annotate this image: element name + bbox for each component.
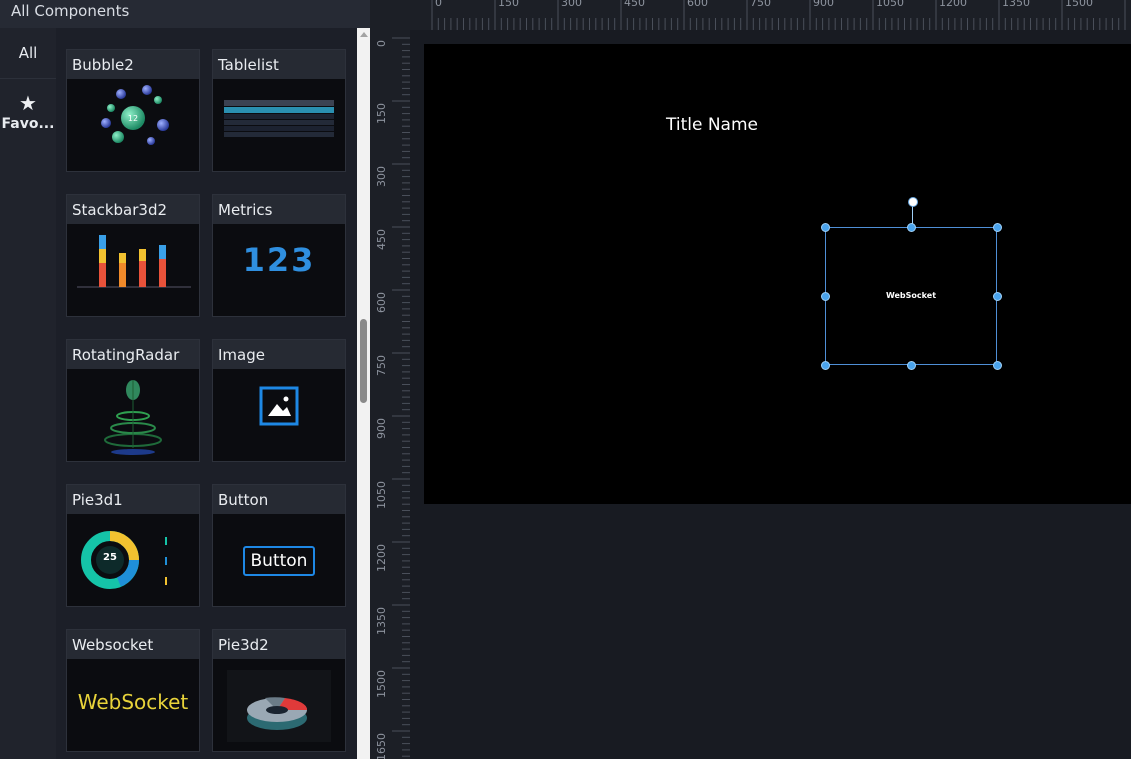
ruler-top-label: 1200: [939, 0, 967, 9]
star-icon: ★: [19, 91, 37, 115]
resize-handle-top[interactable]: [907, 223, 916, 232]
component-card-tablelist[interactable]: Tablelist: [212, 49, 346, 172]
ruler-left-label: 0: [375, 40, 388, 47]
metrics-thumbnail: 123: [213, 225, 345, 316]
category-sidebar: All ★ Favo...: [0, 28, 56, 759]
ruler-corner: [370, 0, 411, 30]
component-card-websocket[interactable]: Websocket WebSocket: [66, 629, 200, 752]
component-title: Bubble2: [67, 50, 199, 79]
image-thumbnail: [213, 370, 345, 461]
radar-thumbnail: [67, 370, 199, 461]
pie3d2-thumbnail: [213, 660, 345, 751]
category-favorites-label: Favo...: [1, 116, 55, 132]
component-card-bubble2[interactable]: Bubble2 12: [66, 49, 200, 172]
ruler-left-label: 600: [375, 292, 388, 313]
ruler-top-label: 150: [498, 0, 519, 9]
component-title: Image: [213, 340, 345, 369]
stackbar-thumbnail: [67, 225, 199, 316]
category-favorites[interactable]: ★ Favo...: [0, 92, 56, 142]
component-card-rotatingradar[interactable]: RotatingRadar: [66, 339, 200, 462]
ruler-left-label: 750: [375, 355, 388, 376]
scroll-thumb[interactable]: [360, 319, 367, 403]
ruler-top-label: 900: [813, 0, 834, 9]
selected-websocket-component[interactable]: WebSocket: [821, 197, 1002, 370]
ruler-left-label: 1200: [375, 544, 388, 572]
ruler-top-label: 450: [624, 0, 645, 9]
component-grid: Bubble2 12 Tablelist Stackbar3d2 Metrics…: [56, 28, 357, 759]
ruler-left-label: 900: [375, 418, 388, 439]
ruler-left-label: 1650: [375, 733, 388, 759]
panel-header: All Components: [0, 0, 370, 28]
ruler-left: 0 150 300 450 600 750 900 1050 1200 1350 1500 1650: [370, 30, 410, 759]
resize-handle-bottom-right[interactable]: [993, 361, 1002, 370]
component-title: Tablelist: [213, 50, 345, 79]
resize-handle-left[interactable]: [821, 292, 830, 301]
component-card-metrics[interactable]: Metrics 123: [212, 194, 346, 317]
pie3d1-thumbnail: 25: [67, 515, 199, 606]
bubble-thumbnail: 12: [67, 80, 199, 171]
websocket-thumb-text: WebSocket: [77, 690, 189, 714]
component-card-image[interactable]: Image: [212, 339, 346, 462]
ruler-top-label: 0: [435, 0, 442, 9]
component-title: RotatingRadar: [67, 340, 199, 369]
component-title: Pie3d1: [67, 485, 199, 514]
component-title: Stackbar3d2: [67, 195, 199, 224]
ruler-top-label: 300: [561, 0, 582, 9]
editor-area: 0 150 300 450 600 750 900 1050 1200 1350 1500 0 150…: [370, 0, 1131, 759]
component-title: Metrics: [213, 195, 345, 224]
ruler-left-label: 450: [375, 229, 388, 250]
table-thumbnail: [213, 80, 345, 171]
component-title: Websocket: [67, 630, 199, 659]
rotate-handle[interactable]: [908, 197, 918, 207]
button-thumb-label: Button: [243, 546, 315, 576]
component-title: Button: [213, 485, 345, 514]
resize-handle-top-right[interactable]: [993, 223, 1002, 232]
metrics-thumb-digits: 123: [242, 241, 316, 279]
ruler-top: 0 150 300 450 600 750 900 1050 1200 1350 1500: [410, 0, 1131, 30]
component-card-pie3d2[interactable]: Pie3d2: [212, 629, 346, 752]
component-card-stackbar3d2[interactable]: Stackbar3d2: [66, 194, 200, 317]
component-panel: All Components All ★ Favo... Bubble2 12: [0, 0, 370, 759]
ruler-top-label: 750: [750, 0, 771, 9]
button-thumbnail: Button: [213, 515, 345, 606]
resize-handle-right[interactable]: [993, 292, 1002, 301]
canvas-title[interactable]: Title Name: [666, 115, 758, 135]
panel-scrollbar[interactable]: [357, 28, 370, 759]
ruler-top-label: 1350: [1002, 0, 1030, 9]
component-title: Pie3d2: [213, 630, 345, 659]
websocket-component-label: WebSocket: [885, 291, 937, 300]
ruler-top-label: 1050: [876, 0, 904, 9]
pie3d1-thumb-value: 25: [103, 552, 117, 563]
ruler-left-label: 1500: [375, 670, 388, 698]
ruler-left-label: 1050: [375, 481, 388, 509]
scroll-up-arrow-icon[interactable]: [360, 32, 368, 37]
canvas-stage[interactable]: Title Name WebSocket: [424, 44, 1131, 504]
ruler-top-label: 1500: [1065, 0, 1093, 9]
ruler-left-label: 150: [375, 103, 388, 124]
resize-handle-bottom-left[interactable]: [821, 361, 830, 370]
resize-handle-top-left[interactable]: [821, 223, 830, 232]
ruler-left-label: 300: [375, 166, 388, 187]
resize-handle-bottom[interactable]: [907, 361, 916, 370]
websocket-thumbnail: WebSocket: [67, 660, 199, 751]
component-card-pie3d1[interactable]: Pie3d1 25: [66, 484, 200, 607]
category-all[interactable]: All: [0, 28, 56, 79]
ruler-left-label: 1350: [375, 607, 388, 635]
ruler-top-label: 600: [687, 0, 708, 9]
component-card-button[interactable]: Button Button: [212, 484, 346, 607]
svg-text:12: 12: [128, 114, 138, 123]
